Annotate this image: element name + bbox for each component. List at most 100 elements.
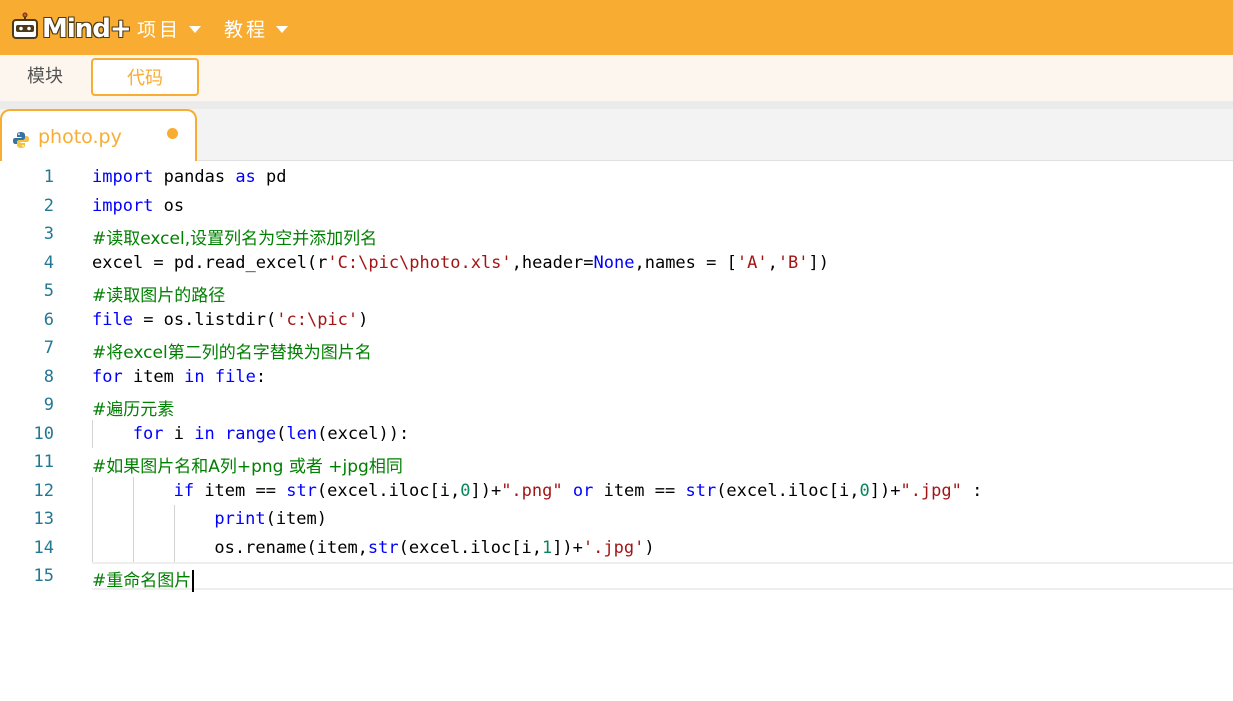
code-token: #将excel第二列的名字替换为图片名 <box>92 343 372 363</box>
code-token: len <box>286 423 318 444</box>
python-icon <box>13 132 29 148</box>
code-line[interactable]: 9 #遍历元素 <box>0 391 1233 420</box>
logo-text: Mind+ <box>42 14 132 44</box>
code-token: (excel.iloc[i, <box>716 480 860 501</box>
code-token: print <box>214 509 266 529</box>
indent-guide <box>173 533 175 562</box>
code-token: if <box>173 480 195 501</box>
code-token: i <box>163 423 195 444</box>
code-token: or <box>572 480 594 501</box>
code-token: 1 <box>541 537 553 558</box>
menu-tutorial[interactable]: 教程 <box>224 15 289 41</box>
code-line[interactable]: 14 os.rename(item,str(excel.iloc[i,1])+'.… <box>0 533 1233 562</box>
code-token: file <box>92 309 133 330</box>
code-token: pd <box>255 167 287 187</box>
code-line[interactable]: 3 #读取excel,设置列名为空并添加列名 <box>0 220 1233 249</box>
code-line[interactable]: 5 #读取图片的路径 <box>0 277 1233 306</box>
code-token: item <box>122 366 185 387</box>
code-line[interactable]: 1 import pandas as pd <box>0 163 1233 191</box>
line-number: 5 <box>43 281 54 301</box>
code-token: str <box>286 480 317 501</box>
code-token: ,names = [ <box>634 252 737 273</box>
code-text: excel = pd.read_excel(r'C:\pic\photo.xls… <box>92 253 829 273</box>
code-token: for <box>132 423 164 444</box>
menu-project[interactable]: 项目 <box>137 15 202 41</box>
code-token: None <box>593 252 635 273</box>
file-tab-photo-py[interactable]: photo.py <box>0 109 197 162</box>
code-comment: #遍历元素 <box>92 395 174 420</box>
code-line[interactable]: 6 file = os.listdir('c:\pic') <box>0 306 1233 334</box>
code-line[interactable]: 13 print(item) <box>0 505 1233 534</box>
line-number: 7 <box>43 338 54 358</box>
unsaved-dot-icon[interactable] <box>167 128 178 139</box>
code-token: for <box>92 366 123 387</box>
tab-code[interactable]: 代码 <box>91 58 199 96</box>
code-token: 'c:\pic' <box>276 309 359 330</box>
code-token: excel = pd.read_excel(r <box>92 252 328 273</box>
line-number: 11 <box>33 452 54 472</box>
code-line[interactable]: 12 if item == str(excel.iloc[i,0])+".png"… <box>0 476 1233 505</box>
code-line[interactable]: 4 excel = pd.read_excel(r'C:\pic\photo.xl… <box>0 249 1233 277</box>
code-line[interactable]: 8 for item in file: <box>0 363 1233 391</box>
tab-blocks[interactable]: 模块 <box>0 58 90 96</box>
code-line[interactable]: 10 for i in range(len(excel)): <box>0 419 1233 448</box>
top-bar: Mind+ 项目 教程 <box>0 0 1233 55</box>
code-comment: #重命名图片 <box>92 566 195 592</box>
file-tab-label: photo.py <box>38 126 122 148</box>
code-text: import os <box>92 196 184 216</box>
code-comment: #读取excel,设置列名为空并添加列名 <box>92 224 377 249</box>
code-line[interactable]: 11 #如果图片名和A列+png 或者 +jpg相同 <box>0 448 1233 477</box>
code-token: 0 <box>859 480 870 501</box>
code-token: item == <box>593 480 686 501</box>
line-number: 8 <box>43 366 54 387</box>
code-token: ( <box>276 423 287 444</box>
code-comment: #读取图片的路径 <box>92 281 225 306</box>
code-token: os.rename(item, <box>214 537 368 558</box>
divider <box>0 101 1233 109</box>
code-token: ])+ <box>552 537 583 558</box>
code-token: (excel)): <box>317 423 410 444</box>
mode-tab-bar: 模块 代码 <box>0 55 1233 101</box>
code-line[interactable]: 2 import os <box>0 192 1233 220</box>
line-number: 13 <box>33 509 54 529</box>
line-number: 6 <box>43 309 54 330</box>
code-token: os <box>153 195 185 216</box>
code-token: #读取图片的路径 <box>92 286 226 306</box>
code-comment: #将excel第二列的名字替换为图片名 <box>92 338 372 363</box>
code-token: ) <box>644 537 655 558</box>
code-token: 'C:\pic\photo.xls' <box>327 252 512 273</box>
code-comment: #如果图片名和A列+png 或者 +jpg相同 <box>92 452 403 477</box>
menu-tutorial-label: 教程 <box>224 18 269 41</box>
code-token: 'B' <box>777 252 809 273</box>
text-cursor <box>192 570 195 592</box>
code-token: #如果图片名和A列+png 或者 +jpg相同 <box>92 457 403 477</box>
line-number: 10 <box>33 423 54 444</box>
line-number: 3 <box>43 224 54 244</box>
code-editor[interactable]: 1 import pandas as pd 2 import os 3 #读取excel,… <box>0 161 1233 701</box>
code-token: 0 <box>460 480 471 501</box>
code-token: in <box>194 423 215 444</box>
line-number: 4 <box>43 252 54 273</box>
code-token: #遍历元素 <box>92 400 175 420</box>
menu-project-label: 项目 <box>137 18 182 41</box>
code-token: ])+ <box>470 480 502 501</box>
code-token: = os.listdir( <box>132 309 277 330</box>
mindplus-logo[interactable]: Mind+ <box>8 10 132 48</box>
code-token: import <box>92 195 154 216</box>
code-token: file <box>214 366 256 387</box>
code-line[interactable]: 15 #重命名图片 <box>0 562 1233 592</box>
code-text: for i in range(len(excel)): <box>133 424 409 444</box>
line-number: 12 <box>33 480 54 501</box>
line-number: 14 <box>33 537 54 558</box>
code-token: ,header= <box>511 252 594 273</box>
current-line-highlight <box>92 562 1233 590</box>
code-line[interactable]: 7 #将excel第二列的名字替换为图片名 <box>0 334 1233 363</box>
code-token: item == <box>194 480 287 501</box>
indent-guide <box>132 533 134 562</box>
line-number: 2 <box>43 195 54 216</box>
code-text: for item in file: <box>92 367 266 387</box>
code-token: str <box>367 537 399 558</box>
indent-guide <box>92 533 93 562</box>
file-tab-bar: photo.py <box>0 109 1233 162</box>
